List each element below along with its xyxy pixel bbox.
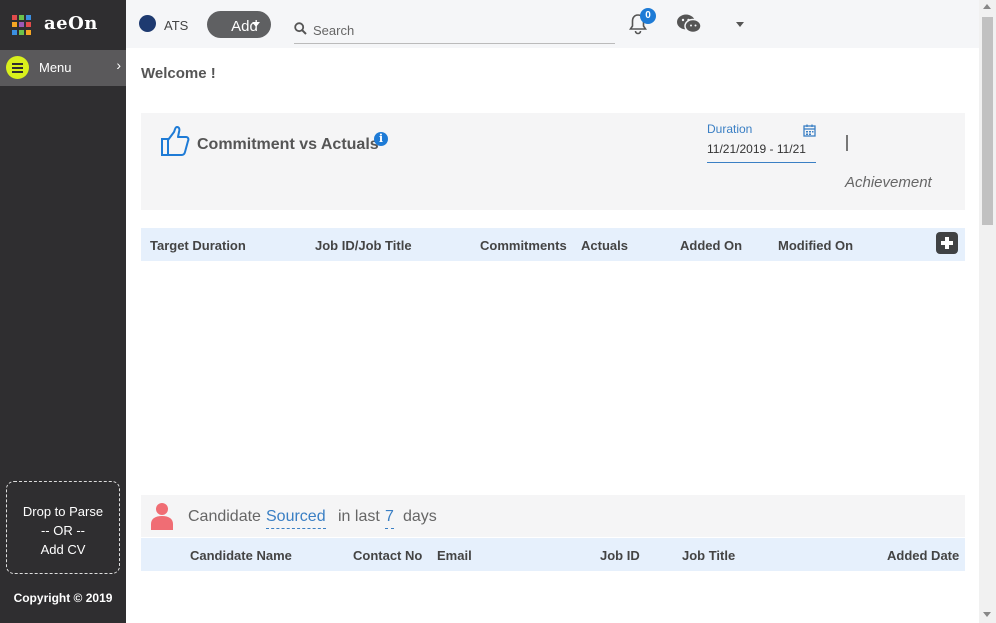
candidate-table-header: Candidate Name Contact No Email Job ID J… (141, 538, 965, 571)
column-header[interactable]: Target Duration (150, 238, 246, 253)
person-icon (151, 503, 173, 530)
info-icon[interactable]: i (374, 132, 388, 146)
column-header[interactable]: Job ID/Job Title (315, 238, 412, 253)
module-label[interactable]: ATS (164, 18, 188, 33)
caret-down-icon (252, 22, 260, 27)
drop-line-2: -- OR -- (40, 523, 86, 538)
scrollbar[interactable] (979, 0, 996, 623)
menu-toggle[interactable]: Menu › (0, 50, 126, 86)
column-header[interactable]: Commitments (480, 238, 567, 253)
menu-label: Menu (39, 60, 72, 75)
scroll-down-icon[interactable] (983, 612, 991, 617)
module-dot-icon (139, 15, 156, 32)
app-grid-icon[interactable] (12, 15, 32, 35)
duration-label: Duration (707, 122, 753, 136)
logo-row: aeOn (0, 0, 126, 48)
welcome-heading: Welcome ! (141, 65, 216, 82)
cv-dropzone[interactable]: Drop to Parse -- OR -- Add CV (6, 481, 120, 574)
hamburger-icon (6, 56, 29, 79)
column-header[interactable]: Contact No (353, 548, 422, 563)
column-header[interactable]: Added On (680, 238, 742, 253)
search-icon (294, 22, 307, 35)
column-header[interactable]: Added Date (887, 548, 959, 563)
column-header[interactable]: Job Title (682, 548, 735, 563)
candidate-card: Candidate Sourced in last 7 days (141, 495, 965, 537)
column-header[interactable]: Modified On (778, 238, 853, 253)
thumbs-up-icon (161, 126, 190, 156)
days-filter[interactable]: 7 (385, 508, 394, 529)
candidate-middle: in last (338, 508, 380, 525)
wechat-icon[interactable] (676, 13, 702, 35)
chevron-right-icon: › (116, 57, 121, 73)
status-filter[interactable]: Sourced (266, 508, 326, 529)
app-logo: aeOn (44, 13, 98, 34)
drop-line-1: Drop to Parse (22, 504, 104, 519)
drop-line-3: Add CV (40, 542, 86, 557)
column-header[interactable]: Job ID (600, 548, 640, 563)
commitment-table-header: Target Duration Job ID/Job Title Commitm… (141, 228, 965, 261)
calendar-icon[interactable] (803, 124, 816, 137)
column-header[interactable]: Actuals (581, 238, 628, 253)
add-button[interactable]: Add (207, 11, 271, 38)
top-bar: ATS Add 0 (126, 0, 979, 48)
copyright: Copyright © 2019 (13, 591, 113, 605)
column-header[interactable]: Candidate Name (190, 548, 292, 563)
add-commitment-button[interactable] (936, 232, 958, 254)
scroll-up-icon[interactable] (983, 4, 991, 9)
user-menu-caret-icon[interactable] (736, 22, 744, 27)
candidate-suffix: days (403, 508, 437, 525)
sidebar: aeOn Menu › Drop to Parse -- OR -- Add C… (0, 0, 126, 623)
achievement-label: Achievement (845, 174, 932, 191)
commitment-title: Commitment vs Actuals (197, 136, 379, 153)
column-header[interactable]: Email (437, 548, 472, 563)
commitment-card: Commitment vs Actuals i Duration 11/21/2… (141, 113, 965, 210)
search-bar (294, 18, 615, 44)
search-input[interactable] (313, 20, 603, 40)
achievement-bar (846, 135, 848, 151)
scroll-thumb[interactable] (982, 17, 993, 225)
notification-badge: 0 (640, 8, 656, 24)
candidate-prefix: Candidate (188, 508, 261, 525)
duration-input[interactable]: 11/21/2019 - 11/21 (707, 140, 816, 163)
